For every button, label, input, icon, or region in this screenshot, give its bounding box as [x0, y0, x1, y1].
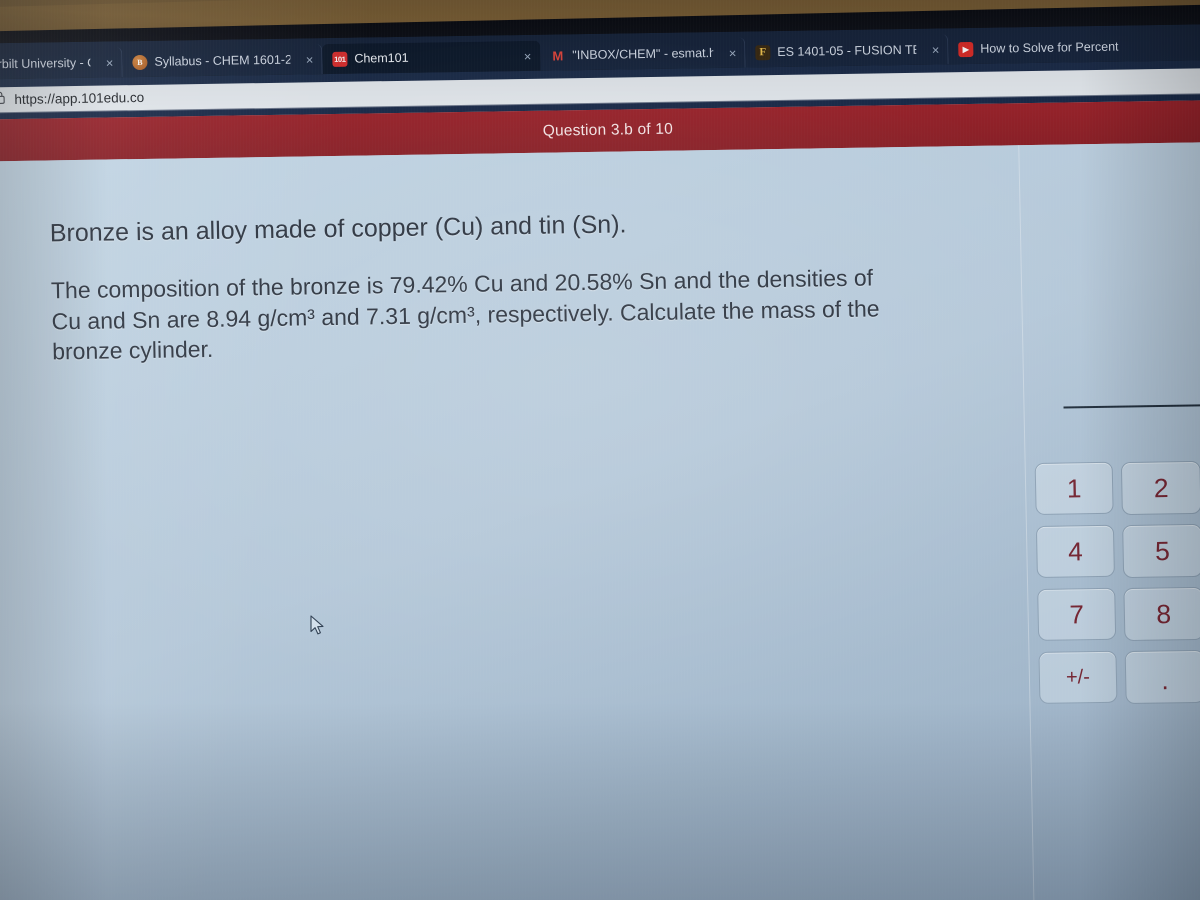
tab-title: ES 1401-05 - FUSION TEAM	[777, 42, 917, 59]
lock-icon	[0, 91, 6, 107]
question-body: Bronze is an alloy made of copper (Cu) a…	[0, 141, 1200, 900]
keypad-key-7[interactable]: 7	[1037, 587, 1117, 641]
browser-tab-youtube[interactable]: ▶ How to Solve for Percent	[948, 31, 1149, 64]
answer-panel: 1 2 3 4 5 6 7 8 9 +/- . 0	[1020, 141, 1200, 900]
question-intro-line: Bronze is an alloy made of copper (Cu) a…	[49, 210, 627, 248]
tab-title: How to Solve for Percent	[980, 39, 1119, 56]
tab-close-icon[interactable]: ×	[932, 42, 940, 57]
browser-tab-fusion-team[interactable]: F ES 1401-05 - FUSION TEAM ×	[745, 34, 949, 68]
tab-close-icon[interactable]: ×	[729, 45, 737, 60]
question-paragraph: The composition of the bronze is 79.42% …	[50, 264, 880, 365]
tab-close-icon[interactable]: ×	[106, 55, 114, 70]
chem101-page: Question 3.b of 10 Bronze is an alloy ma…	[0, 99, 1200, 900]
numeric-keypad: 1 2 3 4 5 6 7 8 9 +/- . 0	[1034, 459, 1200, 705]
tab-close-icon[interactable]: ×	[306, 52, 314, 67]
browser-tab-vanderbilt[interactable]: Vanderbilt University - Cale ×	[0, 47, 123, 80]
url-text: https://app.101edu.co	[14, 89, 145, 107]
answer-input[interactable]	[1063, 401, 1200, 409]
keypad-key-5[interactable]: 5	[1122, 523, 1200, 579]
keypad-key-8[interactable]: 8	[1123, 586, 1200, 642]
browser-tab-gmail[interactable]: M "INBOX/CHEM" - esmat.has ×	[540, 37, 746, 71]
browser-tab-chem101[interactable]: 101 Chem101 ×	[322, 40, 541, 75]
chem101-icon: 101	[332, 51, 348, 67]
youtube-icon: ▶	[958, 41, 974, 57]
brightspace-icon: B	[132, 54, 148, 70]
photo-of-monitor: Vanderbilt University - Cale × B Syllabu…	[0, 0, 1200, 900]
tab-title: "INBOX/CHEM" - esmat.has	[572, 45, 714, 63]
keypad-key-4[interactable]: 4	[1035, 524, 1115, 578]
question-counter: Question 3.b of 10	[542, 120, 674, 140]
browser-tab-syllabus[interactable]: B Syllabus - CHEM 1601-21-S ×	[122, 44, 323, 78]
tab-title: Vanderbilt University - Cale	[0, 55, 91, 72]
tab-close-icon[interactable]: ×	[524, 48, 532, 63]
tab-title: Chem101	[354, 50, 409, 66]
question-text-panel: Bronze is an alloy made of copper (Cu) a…	[0, 145, 1036, 900]
keypad-key-2[interactable]: 2	[1120, 460, 1200, 516]
fusion-icon: F	[755, 44, 771, 60]
gmail-icon: M	[552, 47, 564, 64]
keypad-key-plus-minus[interactable]: +/-	[1038, 650, 1118, 704]
keypad-key-decimal[interactable]: .	[1124, 649, 1200, 705]
browser-window: Vanderbilt University - Cale × B Syllabu…	[0, 23, 1200, 900]
tab-title: Syllabus - CHEM 1601-21-S	[154, 52, 291, 69]
keypad-key-1[interactable]: 1	[1034, 461, 1114, 515]
